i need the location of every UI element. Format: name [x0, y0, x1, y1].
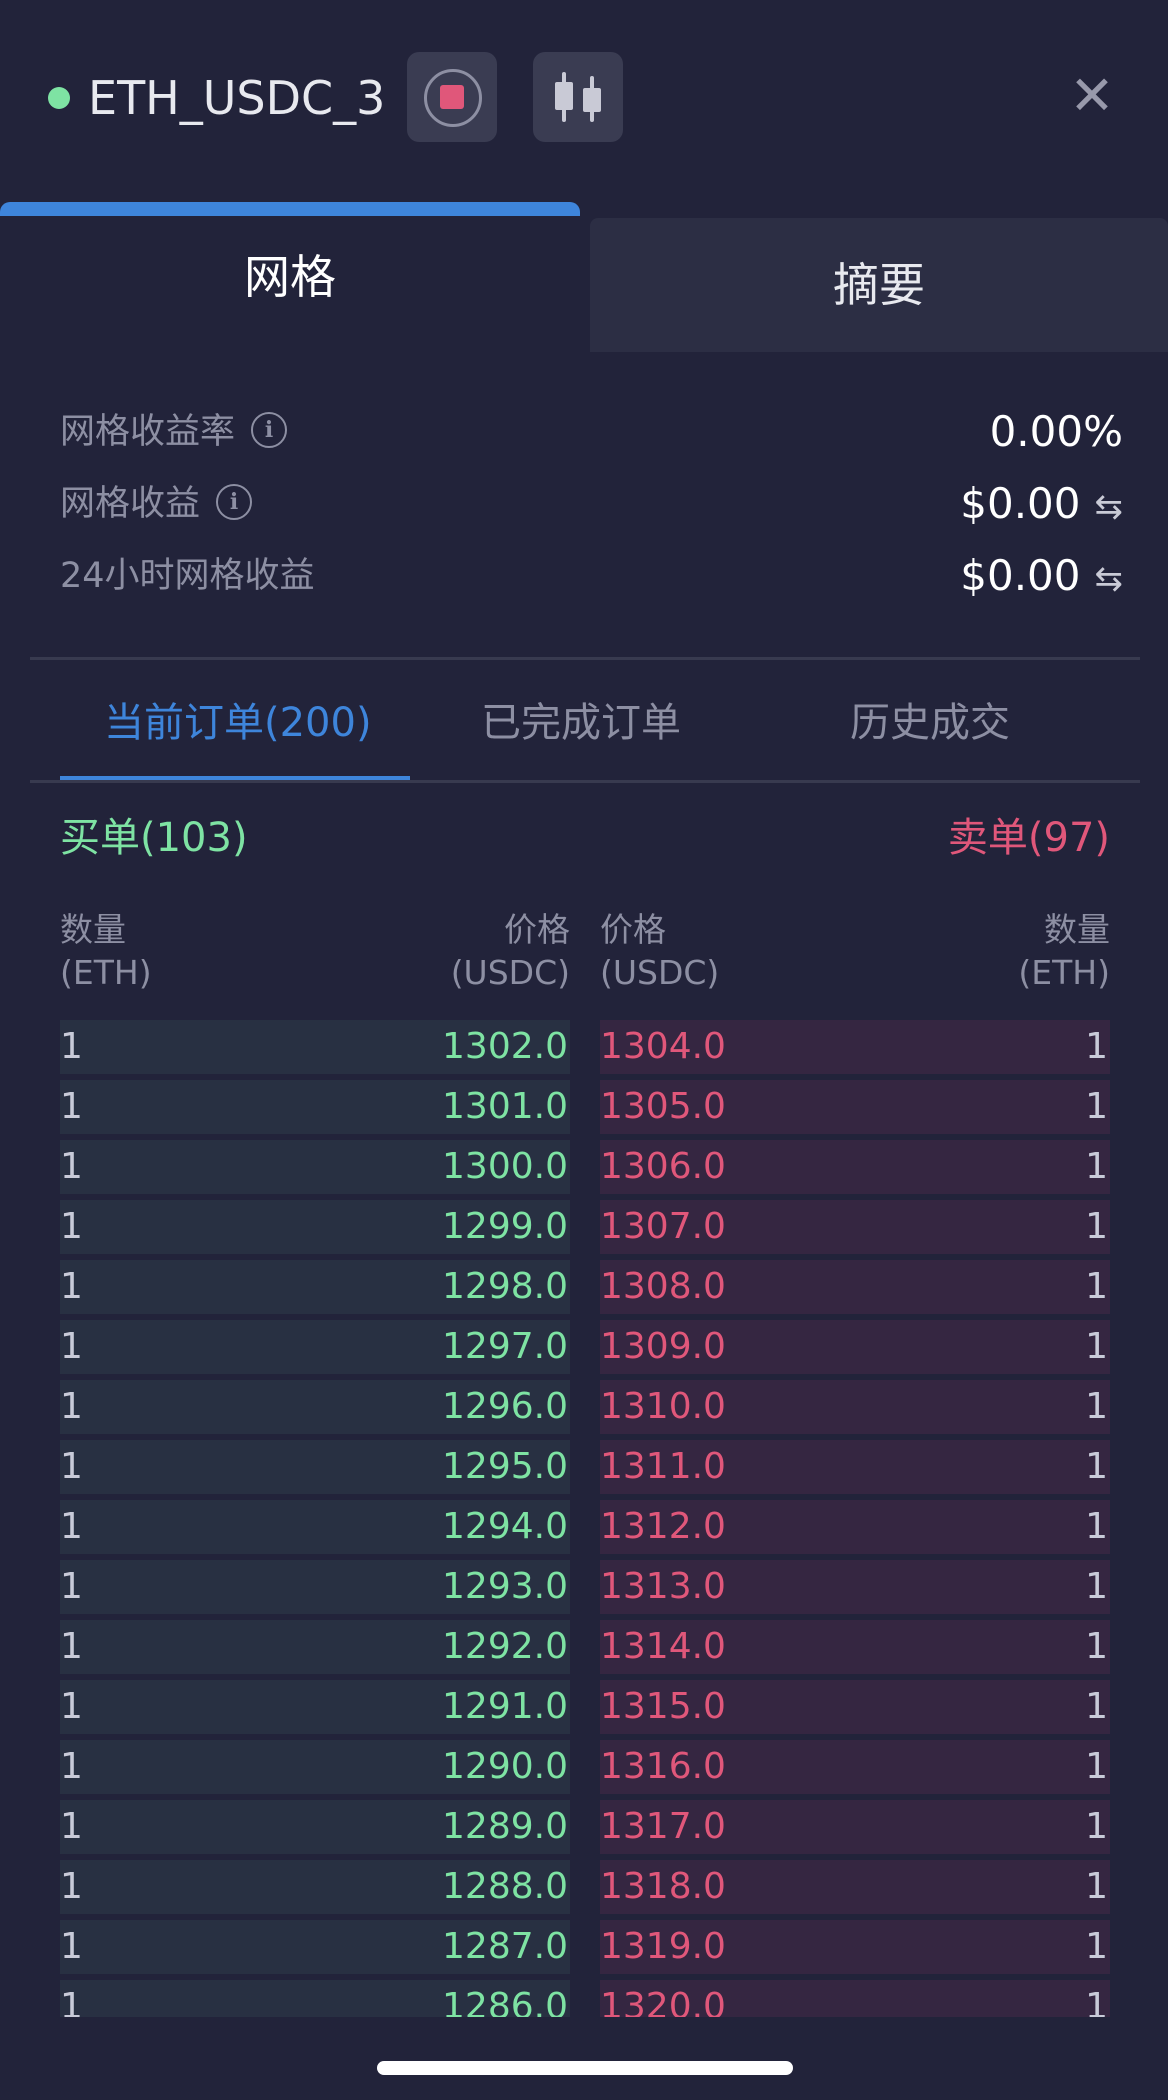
order-row: 1 1290.0 1316.0 1	[60, 1740, 1110, 1800]
metric-grid-profit: 网格收益 i $0.00 ⇆	[60, 474, 1123, 534]
buy-price: 1296.0	[442, 1386, 568, 1427]
buy-price: 1300.0	[442, 1146, 568, 1187]
col-header-sell-price: 价格 (USDC)	[600, 910, 720, 992]
buy-price: 1301.0	[442, 1086, 568, 1127]
metric-24h-profit: 24小时网格收益 $0.00 ⇆	[60, 546, 1123, 606]
tab-summary[interactable]: 摘要	[590, 218, 1168, 352]
order-row: 1 1295.0 1311.0 1	[60, 1440, 1110, 1500]
sell-qty: 1	[1085, 1266, 1108, 1307]
divider	[30, 657, 1140, 660]
sell-qty: 1	[1085, 1686, 1108, 1727]
order-row: 1 1289.0 1317.0 1	[60, 1800, 1110, 1860]
col-header-sell-qty: 数量 (ETH)	[1018, 910, 1110, 992]
main-tabs: 网格 摘要	[0, 202, 1168, 352]
grid-profit-label: 网格收益	[60, 484, 201, 524]
order-row: 1 1301.0 1305.0 1	[60, 1080, 1110, 1140]
home-indicator	[377, 2061, 793, 2075]
buy-price: 1289.0	[442, 1806, 568, 1847]
order-row: 1 1293.0 1313.0 1	[60, 1560, 1110, 1620]
running-status-dot	[48, 87, 70, 109]
buy-price: 1298.0	[442, 1266, 568, 1307]
col-header-buy-price: 价格 (USDC)	[450, 910, 570, 992]
order-row: 1 1292.0 1314.0 1	[60, 1620, 1110, 1680]
sell-qty: 1	[1085, 1926, 1108, 1967]
col-header-buy-qty: 数量 (ETH)	[60, 910, 152, 992]
sell-qty: 1	[1085, 1626, 1108, 1667]
sell-qty: 1	[1085, 1566, 1108, 1607]
tab-grid[interactable]: 网格	[0, 202, 580, 352]
buy-price: 1295.0	[442, 1446, 568, 1487]
buy-price: 1287.0	[442, 1926, 568, 1967]
sell-qty: 1	[1085, 1086, 1108, 1127]
metric-grid-yield: 网格收益率 i 0.00%	[60, 402, 1123, 462]
tab-current-orders[interactable]: 当前订单(200)	[104, 688, 372, 758]
sell-qty: 1	[1085, 1206, 1108, 1247]
close-icon: ✕	[1069, 64, 1115, 127]
swap-currency-icon[interactable]: ⇆	[1095, 549, 1124, 609]
order-row: 1 1291.0 1315.0 1	[60, 1680, 1110, 1740]
sell-qty: 1	[1085, 1866, 1108, 1907]
tab-summary-label: 摘要	[833, 258, 925, 312]
buy-price: 1291.0	[442, 1686, 568, 1727]
sell-qty: 1	[1085, 1386, 1108, 1427]
buy-price: 1297.0	[442, 1326, 568, 1367]
chart-button[interactable]	[533, 52, 623, 142]
sell-qty: 1	[1085, 1326, 1108, 1367]
sell-orders-count: 卖单(97)	[947, 815, 1110, 861]
header: ETH_USDC_3 ✕	[0, 0, 1168, 200]
order-row: 1 1299.0 1307.0 1	[60, 1200, 1110, 1260]
profit-24h-label: 24小时网格收益	[60, 556, 315, 596]
sell-qty: 1	[1085, 1146, 1108, 1187]
swap-currency-icon[interactable]: ⇆	[1095, 477, 1124, 537]
order-row: 1 1296.0 1310.0 1	[60, 1380, 1110, 1440]
sell-qty: 1	[1085, 1446, 1108, 1487]
grid-profit-value: $0.00	[960, 479, 1081, 528]
profit-24h-value: $0.00	[960, 551, 1081, 600]
buy-price: 1294.0	[442, 1506, 568, 1547]
order-row: 1 1302.0 1304.0 1	[60, 1020, 1110, 1080]
grid-yield-label: 网格收益率	[60, 412, 236, 452]
info-icon[interactable]: i	[251, 412, 288, 448]
order-row: 1 1288.0 1318.0 1	[60, 1860, 1110, 1920]
tab-trade-history[interactable]: 历史成交	[850, 688, 1010, 758]
stop-bot-button[interactable]	[407, 52, 497, 142]
grid-yield-value: 0.00%	[989, 407, 1123, 456]
buy-price: 1290.0	[442, 1746, 568, 1787]
buy-price: 1299.0	[442, 1206, 568, 1247]
buy-price: 1302.0	[442, 1026, 568, 1067]
sell-qty: 1	[1085, 1746, 1108, 1787]
sell-qty: 1	[1085, 1986, 1108, 2017]
tab-active-indicator	[0, 202, 580, 216]
stop-square-icon	[440, 85, 464, 109]
buy-price: 1292.0	[442, 1626, 568, 1667]
info-icon[interactable]: i	[216, 484, 253, 520]
bot-name: ETH_USDC_3	[88, 71, 386, 125]
order-list[interactable]: 1 1302.0 1304.0 1 1 1301.0 1305.0 1 1 1300.0 1306.…	[60, 1020, 1110, 2017]
order-row: 1 1298.0 1308.0 1	[60, 1260, 1110, 1320]
order-row: 1 1286.0 1320.0 1	[60, 1980, 1110, 2017]
buy-orders-count: 买单(103)	[60, 815, 248, 861]
buy-price: 1286.0	[442, 1986, 568, 2017]
sell-qty: 1	[1085, 1806, 1108, 1847]
buy-price: 1288.0	[442, 1866, 568, 1907]
tab-completed-orders[interactable]: 已完成订单	[481, 688, 681, 758]
close-button[interactable]: ✕	[1062, 66, 1122, 126]
order-row: 1 1294.0 1312.0 1	[60, 1500, 1110, 1560]
tab-grid-label: 网格	[244, 250, 336, 304]
buy-price: 1293.0	[442, 1566, 568, 1607]
sell-qty: 1	[1085, 1026, 1108, 1067]
order-row: 1 1287.0 1319.0 1	[60, 1920, 1110, 1980]
divider	[30, 780, 1140, 783]
order-row: 1 1297.0 1309.0 1	[60, 1320, 1110, 1380]
order-row: 1 1300.0 1306.0 1	[60, 1140, 1110, 1200]
sell-qty: 1	[1085, 1506, 1108, 1547]
